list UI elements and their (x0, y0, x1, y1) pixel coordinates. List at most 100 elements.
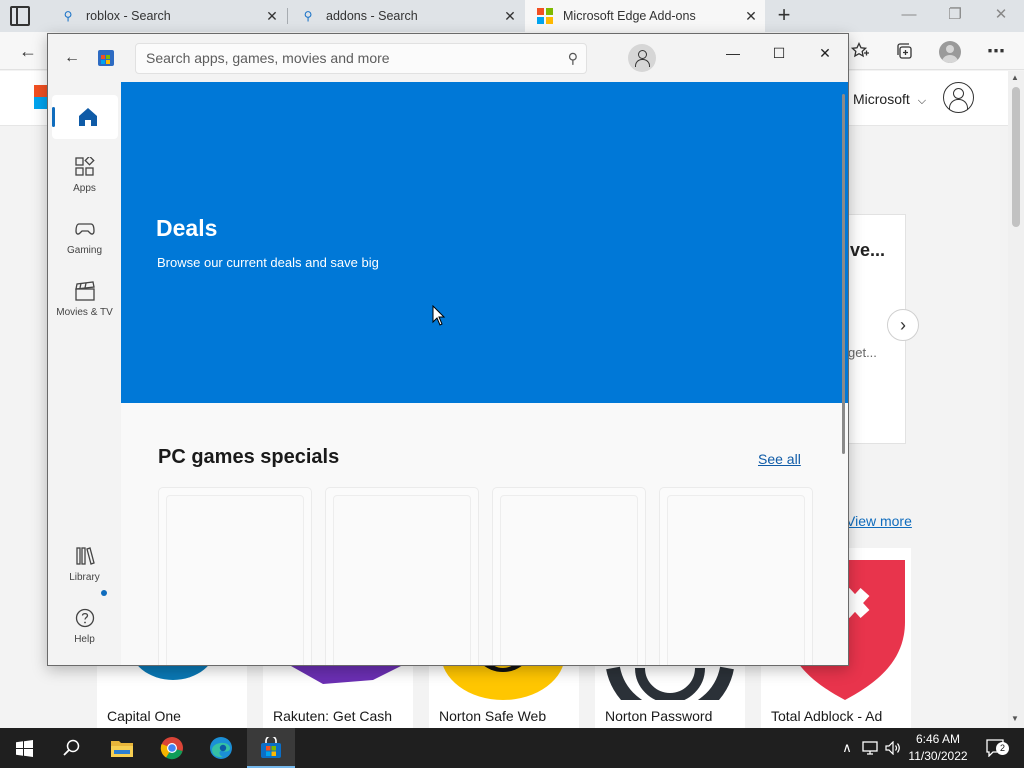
scroll-up-icon[interactable]: ▲ (1011, 73, 1019, 82)
tab-roblox-search[interactable]: ⚲ roblox - Search ✕ (48, 0, 286, 32)
browser-minimize-button[interactable]: — (886, 0, 932, 32)
store-main-content: Deals Browse our current deals and save … (121, 82, 848, 665)
sidebar-item-apps[interactable]: Apps (48, 157, 121, 194)
sidebar-item-label: Gaming (66, 245, 102, 256)
library-icon (75, 547, 95, 565)
game-tile[interactable] (492, 487, 646, 665)
extension-name: Norton Safe Web (439, 708, 547, 724)
extension-name: Capital One (107, 708, 181, 724)
volume-icon[interactable] (883, 728, 903, 768)
edge-icon[interactable] (197, 728, 245, 768)
search-placeholder: Search apps, games, movies and more (146, 50, 390, 66)
extension-name: Total Adblock - Ad (771, 708, 883, 724)
hero-title: Deals (156, 215, 218, 241)
clock-time: 6:46 AM (915, 732, 961, 746)
sidebar-item-movies-tv[interactable]: Movies & TV (48, 281, 121, 318)
featured-card-title: ve... (850, 240, 886, 260)
game-tile[interactable] (158, 487, 312, 665)
section-title: PC games specials (158, 446, 340, 468)
store-maximize-button[interactable]: ☐ (756, 38, 802, 68)
mouse-cursor-icon (432, 305, 446, 326)
search-icon: ⚲ (303, 9, 313, 23)
store-scrollbar-thumb[interactable] (842, 94, 845, 454)
search-icon[interactable] (48, 728, 96, 768)
more-menu-icon[interactable]: ⋯ (982, 37, 1010, 65)
store-minimize-button[interactable]: — (710, 38, 756, 68)
search-icon: ⚲ (63, 9, 73, 23)
clapperboard-icon (74, 281, 95, 301)
store-back-button[interactable]: ← (60, 46, 84, 70)
microsoft-store-window: ← Search apps, games, movies and more ⚲ … (47, 33, 849, 666)
store-titlebar: ← Search apps, games, movies and more ⚲ … (48, 34, 848, 82)
game-tile-placeholder (667, 495, 805, 665)
show-hidden-icons-chevron[interactable]: ∧ (838, 728, 856, 768)
help-icon (75, 608, 94, 628)
signin-text: l Microsoft (846, 91, 910, 107)
tab-actions-icon[interactable] (10, 6, 30, 26)
tab-addons-search[interactable]: ⚲ addons - Search ✕ (288, 0, 524, 32)
sidebar-item-label: Apps (73, 183, 96, 194)
microsoft-logo-icon (34, 85, 48, 109)
see-all-link[interactable]: See all (758, 451, 801, 467)
game-tile[interactable] (659, 487, 813, 665)
windows-start-icon[interactable] (0, 728, 48, 768)
windows-taskbar: ∧ 6:46 AM 11/30/2022 2 (0, 728, 1024, 768)
tab-close-button[interactable]: ✕ (737, 8, 765, 25)
favorites-icon[interactable] (846, 37, 874, 65)
tab-microsoft-edge-addons[interactable]: Microsoft Edge Add-ons ✕ (525, 0, 765, 32)
taskbar-clock[interactable]: 6:46 AM 11/30/2022 (903, 731, 973, 765)
sidebar-item-label: Help (74, 634, 95, 645)
carousel-next-button[interactable]: › (887, 309, 919, 341)
store-search-input[interactable]: Search apps, games, movies and more ⚲ (135, 43, 587, 74)
sidebar-item-help[interactable]: Help (48, 608, 121, 645)
chevron-down-icon: ⌵ (917, 95, 927, 107)
tab-title: addons - Search (326, 9, 418, 23)
signin-link[interactable]: l Microsoft ⌵ (846, 91, 926, 108)
tab-title: Microsoft Edge Add-ons (563, 9, 696, 23)
sidebar-item-library[interactable]: Library (48, 546, 121, 583)
tab-close-button[interactable]: ✕ (258, 8, 286, 25)
library-update-badge (101, 590, 107, 596)
sidebar-item-label: Movies & TV (56, 307, 113, 318)
collections-icon[interactable] (890, 37, 918, 65)
page-scrollbar[interactable]: ▲ ▼ (1008, 71, 1024, 728)
gamepad-icon (74, 223, 95, 235)
clock-date: 11/30/2022 (908, 749, 968, 763)
chrome-icon[interactable] (148, 728, 196, 768)
microsoft-store-icon[interactable] (247, 728, 295, 768)
game-tile-placeholder (166, 495, 304, 665)
file-explorer-icon[interactable] (98, 728, 146, 768)
browser-close-button[interactable]: ✕ (978, 0, 1024, 32)
game-tile[interactable] (325, 487, 479, 665)
microsoft-store-logo-icon (98, 50, 114, 66)
deals-hero-banner[interactable]: Deals Browse our current deals and save … (121, 82, 848, 403)
tab-title: roblox - Search (86, 9, 171, 23)
network-icon[interactable] (860, 728, 880, 768)
back-arrow-icon[interactable]: ← (14, 37, 42, 65)
page-scrollbar-thumb[interactable] (1012, 87, 1020, 227)
sidebar-item-label: Library (69, 572, 100, 583)
action-center-icon[interactable]: 2 (982, 728, 1010, 768)
store-sidebar: Apps Gaming Movies & TV Library Help (48, 82, 121, 665)
game-tile-placeholder (500, 495, 638, 665)
active-indicator (52, 107, 55, 127)
profile-avatar-icon[interactable] (939, 41, 961, 63)
microsoft-logo-icon (537, 8, 553, 24)
rakuten-logo-icon (291, 666, 401, 684)
sidebar-item-home[interactable] (52, 95, 118, 139)
account-icon[interactable] (943, 82, 974, 113)
store-account-icon[interactable] (628, 44, 656, 72)
view-more-link[interactable]: View more (846, 513, 912, 529)
scroll-down-icon[interactable]: ▼ (1011, 714, 1019, 723)
browser-tab-strip: ⚲ roblox - Search ✕ ⚲ addons - Search ✕ … (0, 0, 1024, 32)
search-icon[interactable]: ⚲ (568, 44, 578, 73)
home-icon (79, 108, 97, 126)
tab-close-button[interactable]: ✕ (496, 8, 524, 25)
new-tab-button[interactable]: + (772, 4, 796, 28)
browser-restore-button[interactable]: ❐ (932, 0, 978, 32)
store-close-button[interactable]: ✕ (802, 38, 848, 68)
sidebar-item-gaming[interactable]: Gaming (48, 219, 121, 256)
extension-name: Rakuten: Get Cash (273, 708, 393, 724)
hero-subtitle: Browse our current deals and save big (157, 255, 379, 270)
apps-icon (74, 157, 95, 176)
